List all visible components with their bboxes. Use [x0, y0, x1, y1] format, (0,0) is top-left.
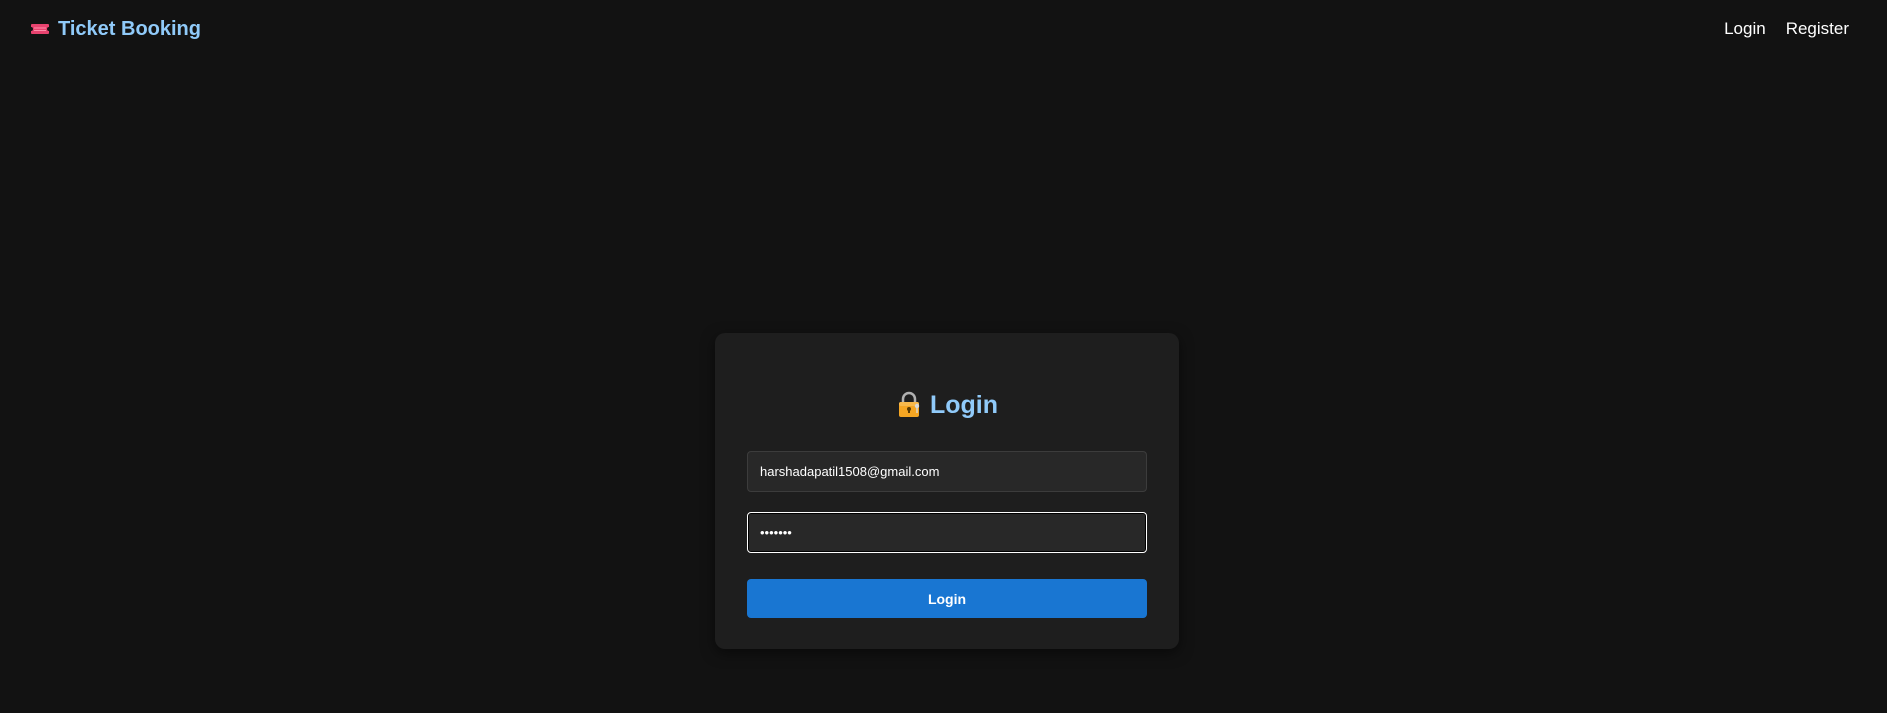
brand-link[interactable]: Ticket Booking	[30, 18, 201, 41]
email-field[interactable]	[747, 451, 1147, 492]
nav-login-link[interactable]: Login	[1724, 19, 1766, 39]
password-field[interactable]	[747, 512, 1147, 553]
nav-register-link[interactable]: Register	[1786, 19, 1849, 39]
login-card: Login Login	[715, 333, 1179, 649]
login-heading: Login	[715, 387, 1179, 423]
brand-label: Ticket Booking	[58, 17, 201, 40]
nav-links: Login Register	[1724, 19, 1849, 39]
navbar: Ticket Booking Login Register	[0, 0, 1887, 58]
ticket-icon	[30, 19, 50, 39]
login-title: Login	[929, 390, 999, 419]
lock-icon	[896, 391, 922, 419]
login-button[interactable]: Login	[747, 579, 1147, 618]
